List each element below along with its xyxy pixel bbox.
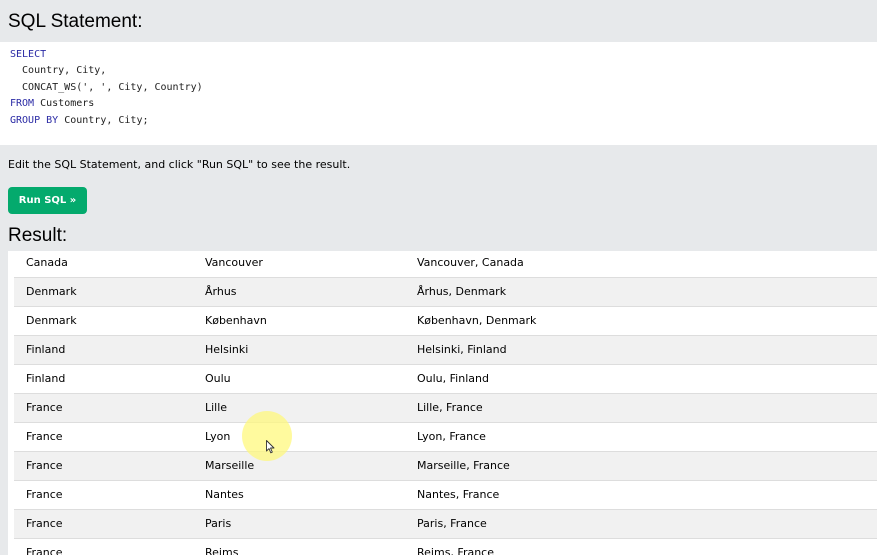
cell-city: Vancouver: [193, 251, 405, 278]
table-row: Denmark Århus Århus, Denmark: [14, 277, 877, 307]
cell-concat: Paris, France: [405, 509, 877, 539]
table-row: France Nantes Nantes, France: [14, 480, 877, 510]
cell-country: Finland: [14, 335, 193, 365]
table-row: Denmark København København, Denmark: [14, 306, 877, 336]
cell-city: Paris: [193, 509, 405, 539]
code-text: CONCAT_WS(', ', City, Country): [10, 81, 203, 93]
cell-country: Denmark: [14, 277, 193, 307]
table-row: Finland Oulu Oulu, Finland: [14, 364, 877, 394]
cell-city: Lyon: [193, 422, 405, 452]
cell-city: Oulu: [193, 364, 405, 394]
cell-country: France: [14, 480, 193, 510]
cell-country: France: [14, 538, 193, 555]
cell-concat: Marseille, France: [405, 451, 877, 481]
cell-country: France: [14, 451, 193, 481]
cell-city: Marseille: [193, 451, 405, 481]
result-heading: Result:: [8, 225, 68, 246]
cell-country: France: [14, 422, 193, 452]
cell-country: France: [14, 509, 193, 539]
code-line: FROM Customers: [10, 96, 867, 112]
cell-concat: Århus, Denmark: [405, 277, 877, 307]
cell-concat: København, Denmark: [405, 306, 877, 336]
cell-concat: Nantes, France: [405, 480, 877, 510]
code-text: Customers: [34, 98, 95, 110]
cell-concat: Lyon, France: [405, 422, 877, 452]
sql-statement-heading: SQL Statement:: [8, 11, 143, 32]
cell-city: København: [193, 306, 405, 336]
sql-keyword: GROUP BY: [10, 114, 59, 126]
cell-concat: Oulu, Finland: [405, 364, 877, 394]
code-line: SELECT: [10, 47, 867, 63]
mouse-pointer-icon: [266, 440, 275, 454]
table-row: France Marseille Marseille, France: [14, 451, 877, 481]
cell-city: Reims: [193, 538, 405, 555]
cell-city: Nantes: [193, 480, 405, 510]
instructions-text: Edit the SQL Statement, and click "Run S…: [8, 158, 351, 171]
cell-concat: Helsinki, Finland: [405, 335, 877, 365]
cell-concat: Vancouver, Canada: [405, 251, 877, 278]
cell-city: Lille: [193, 393, 405, 423]
table-row: France Lille Lille, France: [14, 393, 877, 423]
table-row: France Paris Paris, France: [14, 509, 877, 539]
cell-city: Helsinki: [193, 335, 405, 365]
cell-concat: Lille, France: [405, 393, 877, 423]
code-line: CONCAT_WS(', ', City, Country): [10, 80, 867, 96]
cell-country: Finland: [14, 364, 193, 394]
cell-country: Denmark: [14, 306, 193, 336]
table-row: Finland Helsinki Helsinki, Finland: [14, 335, 877, 365]
code-text: Country, City,: [10, 65, 107, 77]
cell-concat: Reims, France: [405, 538, 877, 555]
cell-city: Århus: [193, 277, 405, 307]
result-table: Canada Vancouver Vancouver, Canada Denma…: [14, 251, 877, 555]
table-row: Canada Vancouver Vancouver, Canada: [14, 251, 877, 278]
sql-keyword: FROM: [10, 98, 35, 110]
table-row: France Lyon Lyon, France: [14, 422, 877, 452]
run-sql-button[interactable]: Run SQL »: [8, 187, 87, 214]
sql-code-editor[interactable]: SELECT Country, City, CONCAT_WS(', ', Ci…: [0, 42, 877, 145]
result-panel[interactable]: Canada Vancouver Vancouver, Canada Denma…: [8, 251, 877, 555]
code-line: GROUP BY Country, City;: [10, 113, 867, 129]
code-text: Country, City;: [58, 114, 149, 126]
code-line: Country, City,: [10, 63, 867, 79]
sql-keyword: SELECT: [10, 49, 47, 60]
cell-country: France: [14, 393, 193, 423]
table-row: France Reims Reims, France: [14, 538, 877, 555]
cell-country: Canada: [14, 251, 193, 278]
